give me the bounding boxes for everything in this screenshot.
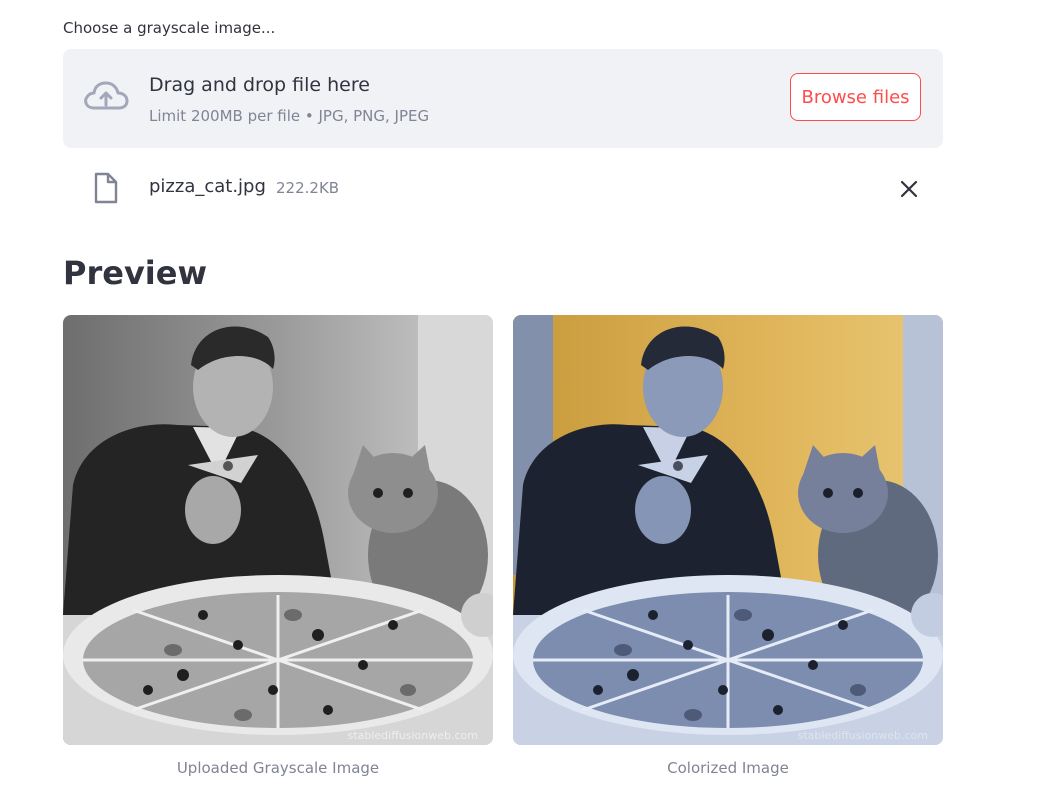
image-watermark: stablediffusionweb.com <box>348 729 478 742</box>
file-icon <box>94 172 118 204</box>
image-watermark: stablediffusionweb.com <box>798 729 928 742</box>
dropzone-limit-text: Limit 200MB per file • JPG, PNG, JPEG <box>149 107 430 125</box>
colorized-image: stablediffusionweb.com <box>513 315 943 745</box>
preview-title: Preview <box>63 254 208 292</box>
cloud-upload-icon <box>84 81 129 110</box>
grayscale-image-caption: Uploaded Grayscale Image <box>176 759 380 777</box>
file-dropzone[interactable]: Drag and drop file here Limit 200MB per … <box>63 49 943 148</box>
grayscale-image: stablediffusionweb.com <box>63 315 493 745</box>
colorized-image-caption: Colorized Image <box>667 759 789 777</box>
uploader-label: Choose a grayscale image... <box>63 19 276 37</box>
file-name: pizza_cat.jpg <box>149 176 266 197</box>
dropzone-title: Drag and drop file here <box>149 74 370 96</box>
close-icon[interactable] <box>896 176 922 202</box>
uploaded-file-row: pizza_cat.jpg 222.2KB <box>63 160 943 216</box>
browse-files-button[interactable]: Browse files <box>790 73 921 121</box>
file-size: 222.2KB <box>276 179 340 197</box>
